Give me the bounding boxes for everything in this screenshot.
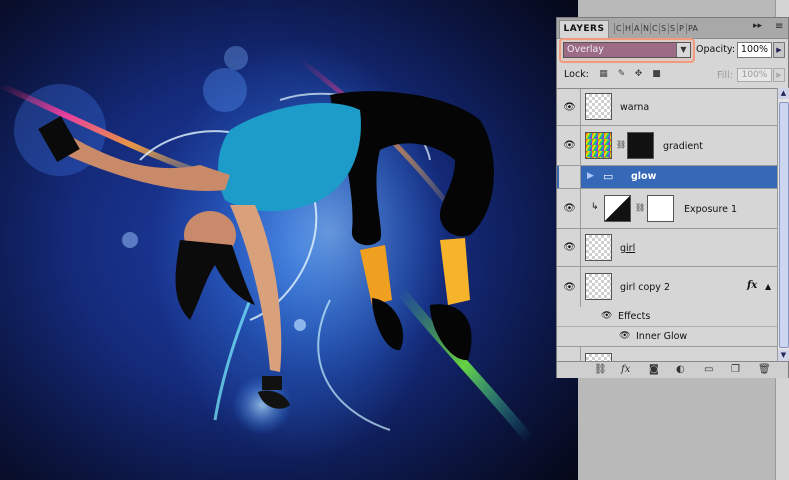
panel-tab-bar: LAYERS C H A N C S S P PA ▸▸ ≡ [557,18,788,39]
layer-row-gradient[interactable]: 👁 ⛓ gradient [557,126,777,166]
tab-navigator-mini[interactable]: N [641,23,649,34]
eye-icon[interactable]: 👁 [601,311,612,321]
layers-panel: LAYERS C H A N C S S P PA ▸▸ ≡ Overlay ▼… [556,17,789,378]
lock-label: Lock: [564,69,589,80]
blend-mode-select[interactable]: Overlay ▼ [563,42,691,58]
layer-row-girl[interactable]: 👁 girl [557,229,777,267]
artwork-light-rays [0,46,534,444]
effects-label: Effects [618,311,651,322]
lock-all-icon[interactable]: ■ [651,69,662,80]
adjustment-icon[interactable]: ◐ [676,364,685,376]
folder-icon: ▭ [603,170,614,183]
visibility-toggle[interactable] [559,347,581,362]
tab-styles-mini[interactable]: S [668,23,675,34]
collapse-triangle-icon[interactable]: ▲ [765,282,771,291]
scroll-up-icon[interactable]: ▲ [778,88,789,99]
eye-icon: 👁 [563,242,576,253]
scroll-down-icon[interactable]: ▼ [778,350,789,361]
tab-paragraph-mini[interactable]: PA [686,23,698,34]
layer-list: 👁 warna 👁 ⛓ gradient ▶ ▭ glow 👁 ↳ ⛓ Expo… [557,88,777,362]
layer-thumbnail [585,234,612,261]
opacity-field[interactable]: 100% [737,42,772,58]
layer-row-exposure[interactable]: 👁 ↳ ⛓ Exposure 1 [557,189,777,229]
layer-row-warna[interactable]: 👁 warna [557,89,777,126]
visibility-toggle[interactable]: 👁 [559,189,581,228]
fill-field[interactable]: 100% [737,68,772,82]
visibility-spacer [559,307,581,326]
tab-swatches-mini[interactable]: S [659,23,666,34]
layer-name[interactable]: glow [631,171,656,182]
layer-thumbnail [585,132,612,159]
trash-icon[interactable]: 🗑 [758,364,771,376]
chain-link-icon[interactable]: ⛓ [616,140,626,149]
visibility-spacer [559,327,581,346]
fill-label: Fill: [717,70,733,81]
tab-history-mini[interactable]: H [623,23,631,34]
opacity-slider-button[interactable]: ▶ [773,42,785,58]
visibility-toggle[interactable]: 👁 [559,126,581,165]
layer-list-scrollbar[interactable]: ▲ ▼ [777,88,789,361]
blend-mode-value: Overlay [567,44,604,55]
chain-link-icon[interactable]: ⛓ [635,203,645,212]
layer-row-girl-copy-2[interactable]: 👁 girl copy 2 fx ▲ [557,267,777,307]
visibility-toggle[interactable]: 👁 [559,89,581,125]
expand-triangle-icon[interactable]: ▶ [587,171,594,181]
fill-slider-button[interactable]: ▶ [773,68,785,82]
scroll-thumb[interactable] [779,102,789,348]
effect-name[interactable]: Inner Glow [636,331,687,342]
tab-layers[interactable]: LAYERS [559,20,609,38]
lock-position-icon[interactable]: ✥ [633,69,644,80]
visibility-toggle[interactable] [559,166,581,188]
tab-channels-mini[interactable]: C [614,23,622,34]
layer-name[interactable]: gradient [663,141,703,152]
eye-icon: 👁 [563,203,576,214]
effects-row[interactable]: 👁 Effects [557,307,777,327]
new-layer-icon[interactable]: ❐ [731,364,740,376]
link-icon[interactable]: ⛓ [594,364,607,376]
eye-icon: 👁 [563,281,576,293]
mask-icon[interactable]: ◙ [649,364,659,376]
layer-mask-thumbnail[interactable] [627,132,654,159]
chevron-down-icon: ▼ [676,43,690,57]
tab-actions-mini[interactable]: A [632,23,639,34]
visibility-toggle[interactable]: 👁 [559,267,581,307]
fx-icon[interactable]: fx [747,280,757,291]
lock-transparency-icon[interactable]: ▦ [598,69,609,80]
fx-icon[interactable]: fx [621,364,630,376]
layer-name[interactable]: Exposure 1 [684,204,737,215]
clipping-arrow-icon: ↳ [591,202,599,212]
layer-thumbnail [585,93,612,120]
layer-thumbnail [585,273,612,300]
collapse-panel-icon[interactable]: ▸▸ [753,21,762,31]
panel-menu-icon[interactable]: ≡ [775,21,783,32]
visibility-toggle[interactable]: 👁 [559,229,581,266]
tab-color-mini[interactable]: C [650,23,658,34]
lock-image-icon[interactable]: ✎ [616,69,627,80]
group-icon[interactable]: ▭ [704,364,713,376]
layer-name[interactable]: girl copy 2 [620,282,670,293]
layer-mask-thumbnail[interactable] [647,195,674,222]
eye-icon: 👁 [563,101,576,113]
eye-icon: 👁 [563,140,576,151]
layer-name[interactable]: girl [620,243,635,254]
tab-paths-mini[interactable]: P [677,23,684,34]
layer-row-partial[interactable] [557,347,777,362]
layer-row-glow[interactable]: ▶ ▭ glow [557,166,777,189]
panel-footer: ⛓ fx ◙ ◐ ▭ ❐ 🗑 [557,361,788,378]
adjustment-thumbnail [604,195,631,222]
document-canvas[interactable] [0,0,578,480]
layer-name[interactable]: warna [620,102,649,113]
effect-row-inner-glow[interactable]: 👁 Inner Glow [557,327,777,347]
eye-icon[interactable]: 👁 [619,331,630,341]
opacity-label: Opacity: [696,44,736,55]
